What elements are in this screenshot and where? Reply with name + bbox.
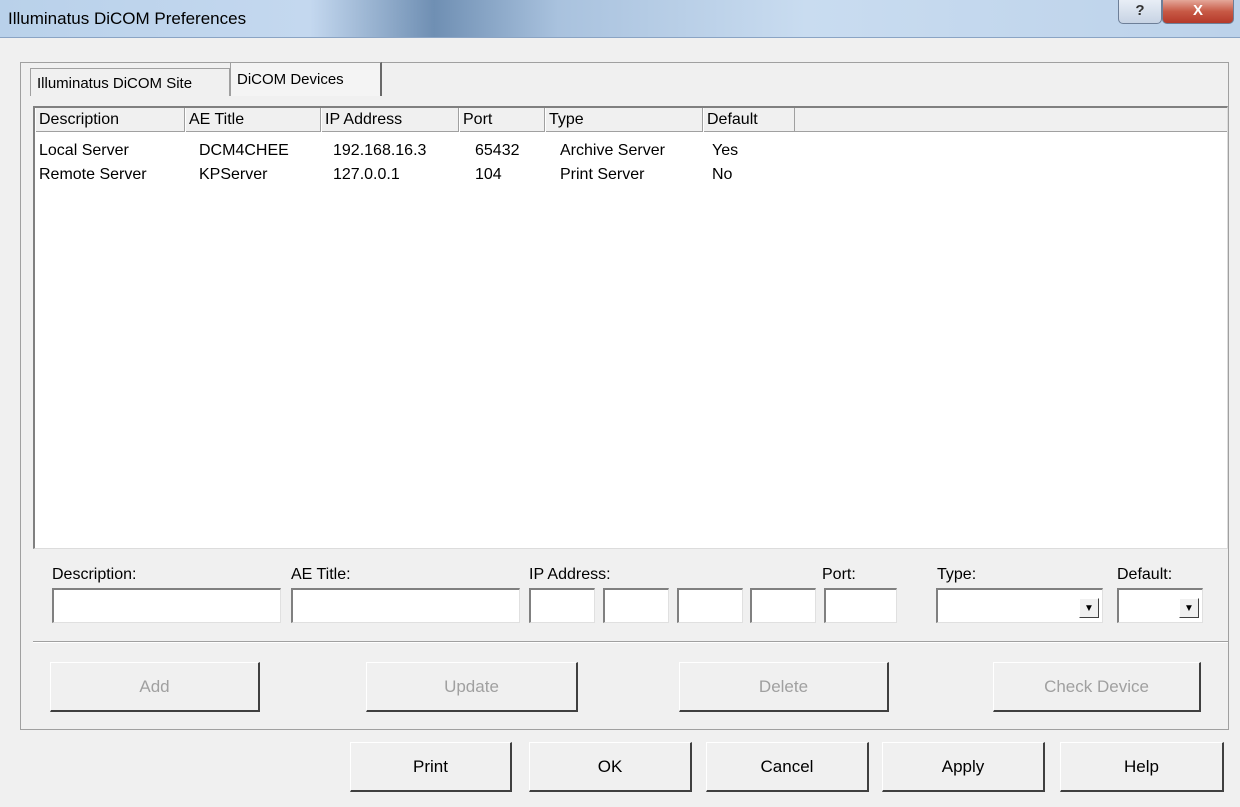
apply-button[interactable]: Apply [882,742,1045,792]
table-row[interactable]: Local Server DCM4CHEE 192.168.16.3 65432… [35,142,1225,166]
column-header-type[interactable]: Type [545,108,703,132]
update-button[interactable]: Update [366,662,578,712]
list-header: Description AE Title IP Address Port Typ… [35,108,1227,132]
cell-ae-title: KPServer [199,166,268,183]
ae-title-field[interactable] [291,588,520,623]
check-device-button[interactable]: Check Device [993,662,1201,712]
column-header-default[interactable]: Default [703,108,795,132]
list-rows: Local Server DCM4CHEE 192.168.16.3 65432… [35,142,1225,190]
ip-octet-2-field[interactable] [603,588,669,623]
column-header-description[interactable]: Description [35,108,185,132]
cell-ip-address: 192.168.16.3 [333,142,427,159]
column-header-port[interactable]: Port [459,108,545,132]
cell-ae-title: DCM4CHEE [199,142,289,159]
ae-title-label: AE Title: [291,566,351,583]
cell-type: Archive Server [560,142,665,159]
chevron-down-icon[interactable]: ▼ [1179,598,1199,618]
device-list[interactable]: Description AE Title IP Address Port Typ… [33,106,1228,549]
cell-ip-address: 127.0.0.1 [333,166,400,183]
cell-description: Remote Server [39,166,147,183]
tab-dicom-devices[interactable]: DiCOM Devices [230,62,382,96]
cell-port: 65432 [475,142,520,159]
cell-description: Local Server [39,142,129,159]
description-field[interactable] [52,588,281,623]
column-header-ip-address[interactable]: IP Address [321,108,459,132]
default-select[interactable]: ▼ [1117,588,1203,623]
cell-default: Yes [712,142,739,159]
title-bar[interactable]: Illuminatus DiCOM Preferences ? X [0,0,1240,38]
cell-default: No [712,166,733,183]
print-button[interactable]: Print [350,742,512,792]
port-field[interactable] [824,588,897,623]
close-icon[interactable]: X [1162,0,1234,24]
ip-address-label: IP Address: [529,566,611,583]
add-button[interactable]: Add [50,662,260,712]
help-icon[interactable]: ? [1118,0,1162,24]
type-label: Type: [937,566,977,583]
ip-octet-4-field[interactable] [750,588,816,623]
description-label: Description: [52,566,137,583]
ok-button[interactable]: OK [529,742,692,792]
cell-type: Print Server [560,166,645,183]
table-row[interactable]: Remote Server KPServer 127.0.0.1 104 Pri… [35,166,1225,190]
divider [33,641,1228,643]
chevron-down-icon[interactable]: ▼ [1079,598,1099,618]
cell-port: 104 [475,166,502,183]
ip-octet-1-field[interactable] [529,588,595,623]
type-select[interactable]: ▼ [936,588,1103,623]
delete-button[interactable]: Delete [679,662,889,712]
window-title: Illuminatus DiCOM Preferences [8,9,247,28]
cancel-button[interactable]: Cancel [706,742,869,792]
ip-octet-3-field[interactable] [677,588,743,623]
default-label: Default: [1117,566,1173,583]
help-button[interactable]: Help [1060,742,1224,792]
tab-illuminatus-dicom-site[interactable]: Illuminatus DiCOM Site [30,68,230,96]
port-label: Port: [822,566,856,583]
column-header-ae-title[interactable]: AE Title [185,108,321,132]
